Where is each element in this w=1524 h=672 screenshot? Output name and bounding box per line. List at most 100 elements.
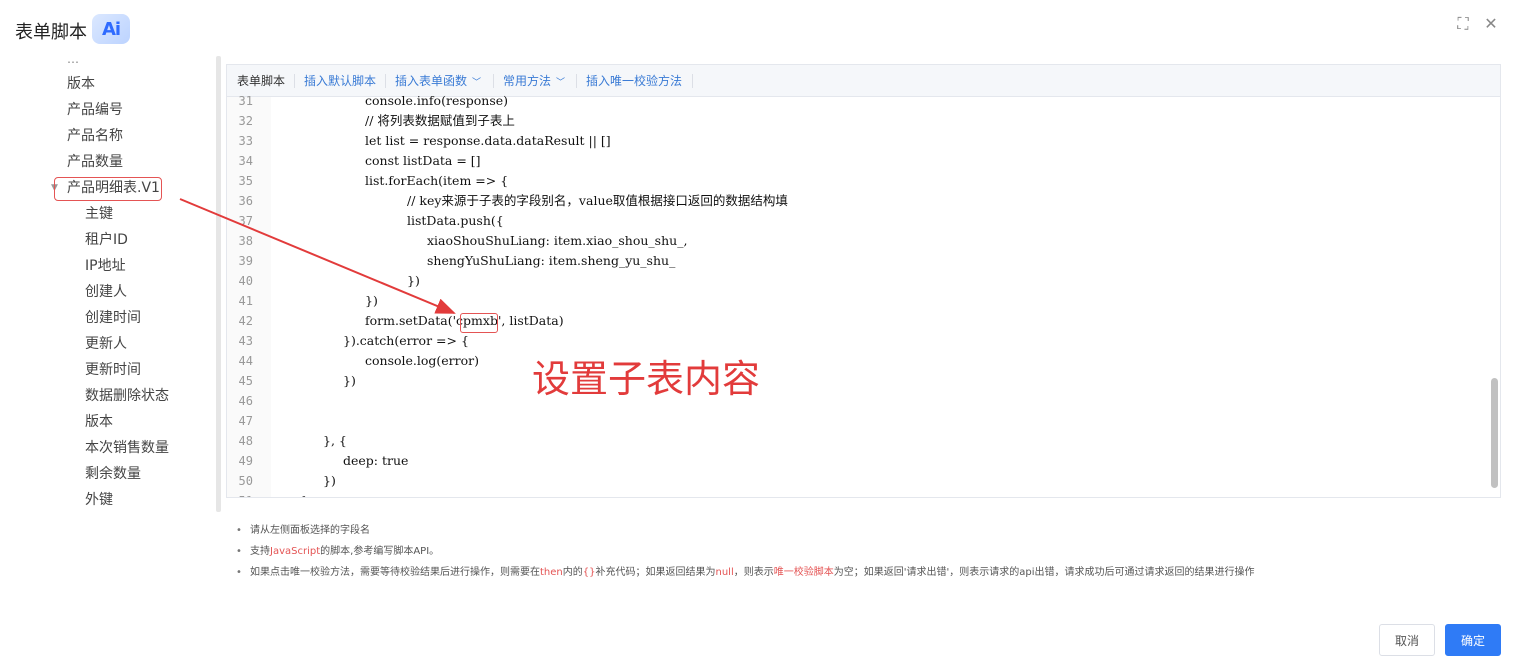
sidebar-item[interactable]: 产品数量 xyxy=(67,153,123,171)
code-line: // key来源于子表的字段别名，value取值根据接口返回的数据结构填 xyxy=(407,193,788,208)
code-line: }) xyxy=(407,273,420,288)
confirm-button[interactable]: 确定 xyxy=(1445,624,1501,656)
line-number: 44 xyxy=(238,354,253,368)
note-item: 如果点击唯一校验方法，需要等待校验结果后进行操作，则需要在then内的{}补充代… xyxy=(236,562,1506,583)
line-number: 45 xyxy=(238,374,253,388)
line-number: 36 xyxy=(238,194,253,208)
note-text: 请从左侧面板选择的字段名 xyxy=(250,525,370,536)
sidebar-child-item[interactable]: 创建人 xyxy=(85,283,127,301)
code-line: } xyxy=(301,491,309,497)
line-number: 33 xyxy=(238,134,253,148)
line-number: 37 xyxy=(238,214,253,228)
sidebar-item[interactable]: 产品名称 xyxy=(67,127,123,145)
note-text: 如果点击唯一校验方法，需要等待校验结果后进行操作，则需要在 xyxy=(250,567,540,578)
line-number: 32 xyxy=(238,114,253,128)
sidebar-item-partial[interactable]: … xyxy=(67,56,79,68)
line-number: 41 xyxy=(238,294,253,308)
annotation-highlight-box xyxy=(460,313,498,333)
note-highlight: {} xyxy=(582,567,596,578)
code-line: const listData = [] xyxy=(365,153,481,168)
note-text: 支持 xyxy=(250,546,270,557)
code-line: deep: true xyxy=(343,453,409,468)
sidebar-item[interactable]: 版本 xyxy=(67,75,95,93)
toolbar-divider xyxy=(294,74,295,88)
toolbar-label: 表单脚本 xyxy=(237,74,286,88)
sidebar-item-subtable[interactable]: 产品明细表.V1 xyxy=(67,179,160,197)
sidebar-child-item[interactable]: 租户ID xyxy=(85,231,128,249)
code-line: }).catch(error => { xyxy=(343,333,469,348)
sidebar-item[interactable]: 产品编号 xyxy=(67,101,123,119)
sidebar-child-item[interactable]: 创建时间 xyxy=(85,309,141,327)
note-text: 内的 xyxy=(562,567,583,578)
common-methods-dropdown[interactable]: 常用方法 ﹀ xyxy=(503,73,565,91)
insert-form-function-dropdown[interactable]: 插入表单函数 ﹀ xyxy=(395,73,481,91)
cancel-button[interactable]: 取消 xyxy=(1379,624,1435,656)
toolbar-divider xyxy=(692,74,693,88)
sidebar-child-item[interactable]: 剩余数量 xyxy=(85,465,141,483)
code-text-area[interactable]: console.info(response) // 将列表数据赋值到子表上 let … xyxy=(271,93,1500,497)
insert-default-script-button[interactable]: 插入默认脚本 xyxy=(304,73,376,89)
line-number: 47 xyxy=(238,414,253,428)
fullscreen-icon[interactable]: ⛶ xyxy=(1455,16,1471,32)
code-line: }) xyxy=(365,293,378,308)
editor-scrollbar[interactable] xyxy=(1491,378,1498,488)
code-line: console.log(error) xyxy=(365,353,480,368)
note-highlight: 唯一校验脚本 xyxy=(773,567,834,578)
line-number: 46 xyxy=(238,394,253,408)
sidebar-child-item[interactable]: 外键 xyxy=(85,491,113,509)
code-line: listData.push({ xyxy=(407,213,504,228)
code-line: list.forEach(item => { xyxy=(365,173,509,188)
line-number: 42 xyxy=(238,314,253,328)
line-number: 49 xyxy=(238,454,253,468)
code-line: shengYuShuLiang: item.sheng_yu_shu_ xyxy=(427,253,676,268)
toolbar-divider xyxy=(493,74,494,88)
common-methods-label: 常用方法 xyxy=(503,74,552,88)
code-line: // 将列表数据赋值到子表上 xyxy=(365,113,515,128)
code-line: }) xyxy=(323,473,336,488)
annotation-text: 设置子表内容 xyxy=(532,357,761,401)
note-text: 的脚本,参考编写脚本API。 xyxy=(320,546,440,557)
line-number: 31 xyxy=(238,94,253,108)
close-icon[interactable]: ✕ xyxy=(1483,16,1499,32)
line-number: 40 xyxy=(238,274,253,288)
help-notes: 请从左侧面板选择的字段名 支持JavaScript的脚本,参考编写脚本API。 … xyxy=(236,520,1506,583)
line-number-gutter: 31 32 33 34 35 36 37 38 39 40 41 42 43 44 45 46 47 48 49 50… xyxy=(227,94,271,497)
code-line: }, { xyxy=(323,433,347,448)
note-text: 为空；如果返回'请求出错'，则表示请求的api出错，请求成功后可通过请求返回的结… xyxy=(833,567,1255,578)
line-number: 50 xyxy=(238,474,253,488)
line-number: 35 xyxy=(238,174,253,188)
ai-badge-icon[interactable]: Ai xyxy=(92,14,130,44)
code-line: console.info(response) xyxy=(365,93,509,108)
sidebar-child-item[interactable]: 数据删除状态 xyxy=(85,387,169,405)
code-line: let list = response.data.dataResult || [… xyxy=(365,133,611,148)
note-item: 支持JavaScript的脚本,参考编写脚本API。 xyxy=(236,541,1506,562)
note-text: ，则表示 xyxy=(733,567,774,578)
insert-unique-check-button[interactable]: 插入唯一校验方法 xyxy=(586,73,682,89)
line-number: 51 xyxy=(227,491,253,497)
insert-form-function-label: 插入表单函数 xyxy=(395,74,468,88)
sidebar-child-item[interactable]: 版本 xyxy=(85,413,113,431)
line-number: 38 xyxy=(238,234,253,248)
chevron-down-icon: ﹀ xyxy=(472,78,482,88)
sidebar-child-item[interactable]: 更新人 xyxy=(85,335,127,353)
code-line: }) xyxy=(343,373,356,388)
sidebar-child-item[interactable]: 更新时间 xyxy=(85,361,141,379)
sidebar-scrollbar[interactable] xyxy=(216,56,221,512)
sidebar-child-item[interactable]: 本次销售数量 xyxy=(85,439,169,457)
script-editor: 表单脚本 插入默认脚本 插入表单函数 ﹀ 常用方法 ﹀ 插入唯一校验方法 31 32 3… xyxy=(226,64,1501,498)
chevron-down-icon: ﹀ xyxy=(556,78,566,88)
note-highlight: null xyxy=(715,567,734,578)
line-number: 39 xyxy=(238,254,253,268)
toolbar-divider xyxy=(576,74,577,88)
dialog-title: 表单脚本 xyxy=(15,22,87,43)
note-item: 请从左侧面板选择的字段名 xyxy=(236,520,1506,541)
sidebar-child-item[interactable]: 主键 xyxy=(85,205,113,223)
line-number: 48 xyxy=(238,434,253,448)
toolbar-divider xyxy=(385,74,386,88)
line-number: 34 xyxy=(238,154,253,168)
note-text: 补充代码；如果返回结果为 xyxy=(595,567,716,578)
field-sidebar: … 版本 产品编号 产品名称 产品数量 ▼ 产品明细表.V1 主键 租户ID I… xyxy=(0,56,222,512)
sidebar-child-item[interactable]: IP地址 xyxy=(85,257,126,275)
note-link[interactable]: JavaScript xyxy=(270,546,320,557)
note-highlight: then xyxy=(540,567,563,578)
